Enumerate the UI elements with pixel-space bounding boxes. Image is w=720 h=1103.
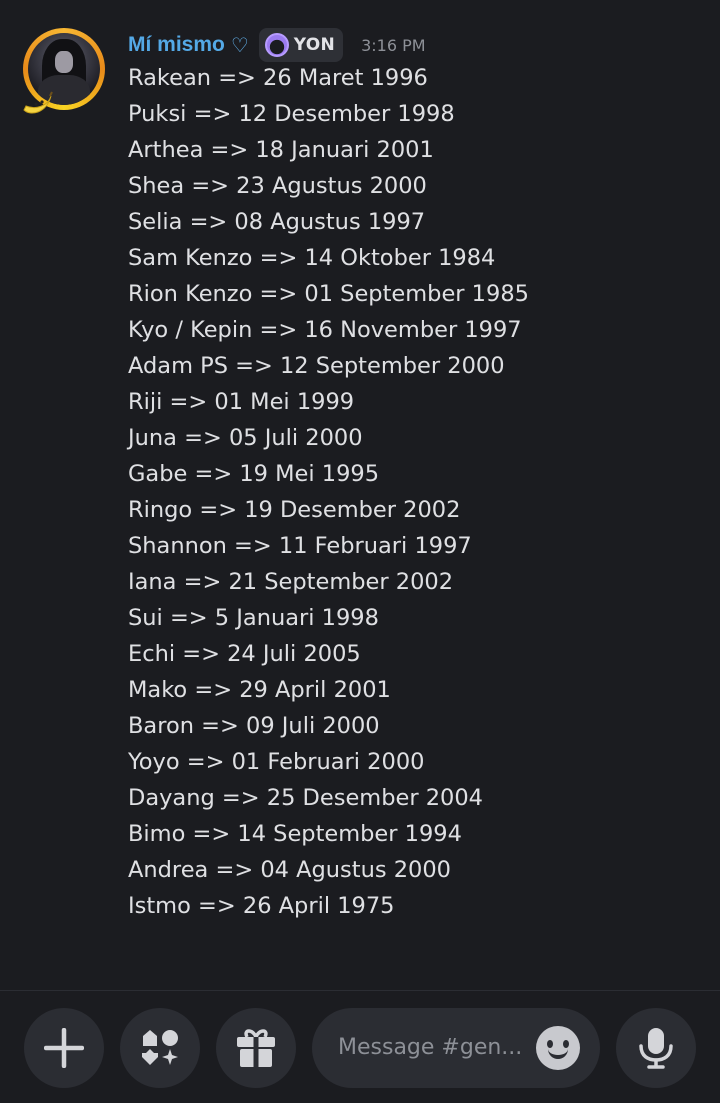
message-line: Baron => 09 Juli 2000	[128, 713, 380, 739]
message-line: Ringo => 19 Desember 2002	[128, 497, 461, 523]
message-input-placeholder: Message #gen...	[338, 1035, 523, 1060]
gift-button[interactable]	[216, 1008, 296, 1088]
apps-button[interactable]	[120, 1008, 200, 1088]
message-line: Juna => 05 Juli 2000	[128, 425, 363, 451]
message-line: Shea => 23 Agustus 2000	[128, 173, 427, 199]
message-line: Andrea => 04 Agustus 2000	[128, 857, 451, 883]
message-line: Selia => 08 Agustus 1997	[128, 209, 426, 235]
message-line: Echi => 24 Juli 2005	[128, 641, 361, 667]
message-line: Gabe => 19 Mei 1995	[128, 461, 380, 487]
message-line: Riji => 01 Mei 1999	[128, 389, 355, 415]
message-line: Puksi => 12 Desember 1998	[128, 101, 455, 127]
avatar[interactable]	[20, 26, 112, 118]
guild-tag-icon	[264, 33, 289, 57]
message-line: Yoyo => 01 Februari 2000	[128, 749, 425, 775]
guild-tag[interactable]: YON	[258, 28, 344, 62]
message-line: Mako => 29 April 2001	[128, 677, 391, 703]
message-line: Shannon => 11 Februari 1997	[128, 533, 472, 559]
guild-tag-label: YON	[293, 35, 336, 55]
message-line: Dayang => 25 Desember 2004	[128, 785, 483, 811]
message-body[interactable]: Rakean => 26 Maret 1996 Puksi => 12 Dese…	[128, 60, 708, 924]
message-line: Arthea => 18 Januari 2001	[128, 137, 434, 163]
voice-message-button[interactable]	[616, 1008, 696, 1088]
message-line: Kyo / Kepin => 16 November 1997	[128, 317, 522, 343]
message-line: Iana => 21 September 2002	[128, 569, 454, 595]
banana-icon	[23, 91, 53, 114]
microphone-icon	[639, 1028, 673, 1069]
username[interactable]: Mí mismo	[128, 33, 225, 57]
plus-icon	[44, 1028, 84, 1068]
timestamp: 3:16 PM	[361, 35, 426, 55]
chat-area: Mí mismo ♡ YON 3:16 PM Rakean => 26 Mare…	[0, 0, 720, 990]
message-line: Bimo => 14 September 1994	[128, 821, 462, 847]
message-line: Rakean => 26 Maret 1996	[128, 65, 428, 91]
message-input[interactable]: Message #gen...	[312, 1008, 600, 1088]
message-line: Adam PS => 12 September 2000	[128, 353, 505, 379]
composer-bar: Message #gen...	[0, 991, 720, 1103]
message-line: Istmo => 26 April 1975	[128, 893, 395, 919]
apps-icon	[142, 1030, 178, 1065]
gift-icon	[237, 1029, 275, 1067]
add-attachment-button[interactable]	[24, 1008, 104, 1088]
heart-icon: ♡	[230, 33, 249, 57]
message-line: Sui => 5 Januari 1998	[128, 605, 379, 631]
message-content: Mí mismo ♡ YON 3:16 PM Rakean => 26 Mare…	[128, 24, 708, 924]
message-line: Sam Kenzo => 14 Oktober 1984	[128, 245, 496, 271]
emoji-icon[interactable]	[536, 1026, 580, 1070]
message-line: Rion Kenzo => 01 September 1985	[128, 281, 529, 307]
